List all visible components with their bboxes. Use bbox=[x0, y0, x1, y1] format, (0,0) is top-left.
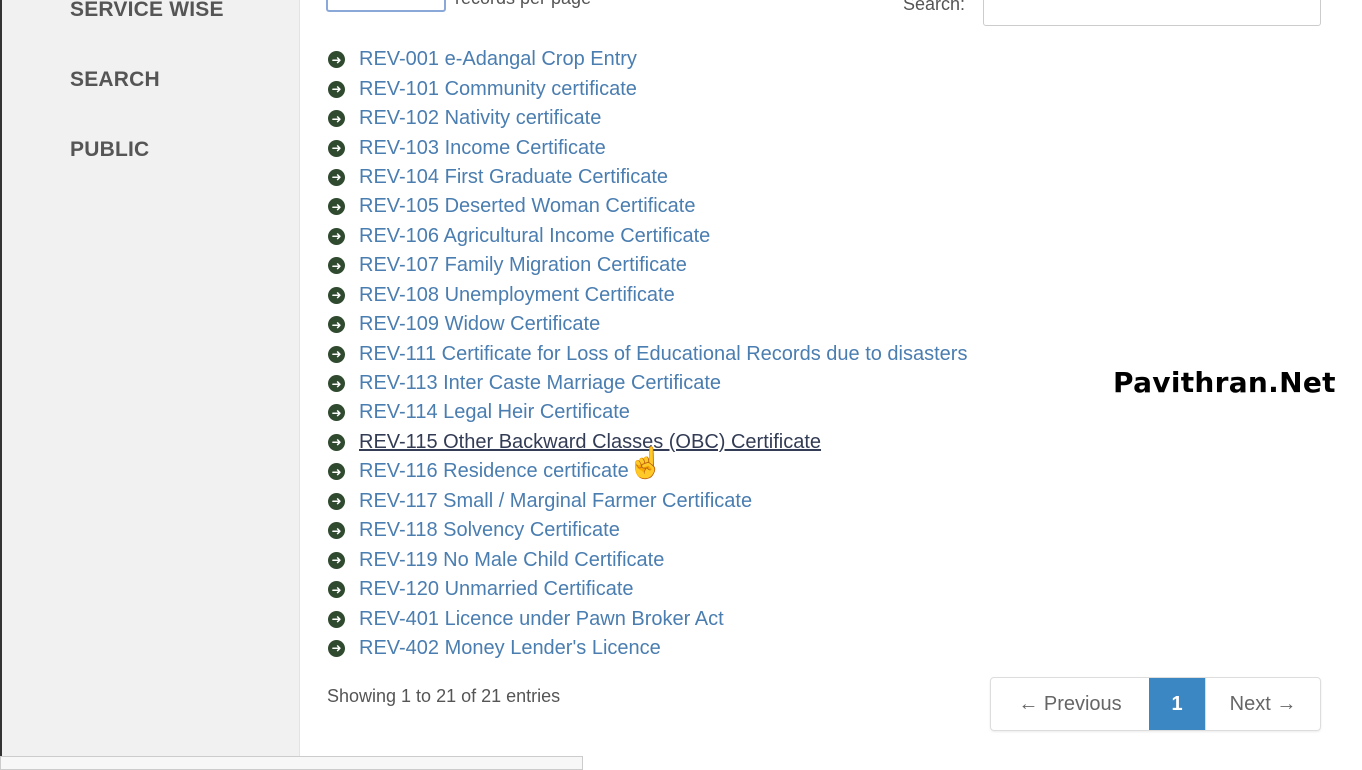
service-list-item[interactable]: ➜ REV-117 Small / Marginal Farmer Certifi… bbox=[326, 487, 967, 516]
circle-arrow-right-icon: ➜ bbox=[328, 316, 345, 334]
service-list-item[interactable]: ➜ REV-120 Unmarried Certificate bbox=[326, 575, 967, 604]
service-list-item[interactable]: ➜ REV-104 First Graduate Certificate bbox=[326, 163, 967, 192]
service-list-item[interactable]: ➜ REV-101 Community certificate bbox=[326, 74, 967, 103]
service-link[interactable]: REV-103 Income Certificate bbox=[359, 137, 606, 160]
service-link[interactable]: REV-114 Legal Heir Certificate bbox=[359, 401, 630, 424]
entries-info: Showing 1 to 21 of 21 entries bbox=[327, 686, 561, 706]
circle-arrow-right-icon: ➜ bbox=[328, 51, 345, 69]
service-list-item[interactable]: ➜ REV-118 Solvency Certificate bbox=[326, 516, 967, 545]
circle-arrow-right-icon: ➜ bbox=[328, 375, 345, 393]
service-list-item[interactable]: ➜ REV-105 Deserted Woman Certificate bbox=[326, 192, 967, 221]
circle-arrow-right-icon: ➜ bbox=[328, 551, 345, 569]
circle-arrow-right-icon: ➜ bbox=[328, 198, 345, 216]
sidebar-item-service-wise[interactable]: SERVICE WISE bbox=[70, 0, 224, 22]
service-link[interactable]: REV-116 Residence certificate bbox=[359, 460, 629, 483]
circle-arrow-right-icon: ➜ bbox=[328, 639, 345, 657]
service-link[interactable]: REV-105 Deserted Woman Certificate bbox=[359, 195, 695, 218]
service-link[interactable]: REV-104 First Graduate Certificate bbox=[359, 166, 668, 189]
service-link[interactable]: REV-115 Other Backward Classes (OBC) Cer… bbox=[359, 431, 821, 454]
circle-arrow-right-icon: ➜ bbox=[328, 581, 345, 599]
circle-arrow-right-icon: ➜ bbox=[328, 522, 345, 540]
service-link[interactable]: REV-111 Certificate for Loss of Educatio… bbox=[359, 343, 967, 366]
circle-arrow-right-icon: ➜ bbox=[328, 345, 345, 363]
service-link[interactable]: REV-113 Inter Caste Marriage Certificate bbox=[359, 372, 721, 395]
circle-arrow-right-icon: ➜ bbox=[328, 168, 345, 186]
sidebar-item-public[interactable]: PUBLIC bbox=[70, 138, 149, 162]
service-list-item[interactable]: ➜ REV-113 Inter Caste Marriage Certificat… bbox=[326, 369, 967, 398]
hand-cursor-icon: ☝ bbox=[627, 447, 665, 480]
service-list-item[interactable]: ➜ REV-114 Legal Heir Certificate bbox=[326, 398, 967, 427]
circle-arrow-right-icon: ➜ bbox=[328, 139, 345, 157]
service-list-item[interactable]: ➜ REV-001 e-Adangal Crop Entry bbox=[326, 45, 967, 74]
service-list: ➜ REV-001 e-Adangal Crop Entry ➜ REV-101 Co… bbox=[326, 45, 967, 663]
circle-arrow-right-icon: ➜ bbox=[328, 257, 345, 275]
service-list-item[interactable]: ➜ REV-111 Certificate for Loss of Educati… bbox=[326, 339, 967, 368]
sidebar: SERVICE WISE SEARCH PUBLIC bbox=[0, 0, 300, 768]
circle-arrow-right-icon: ➜ bbox=[328, 433, 345, 451]
circle-arrow-right-icon: ➜ bbox=[328, 286, 345, 304]
service-link[interactable]: REV-119 No Male Child Certificate bbox=[359, 549, 664, 572]
sidebar-item-search[interactable]: SEARCH bbox=[70, 68, 160, 92]
service-link[interactable]: REV-120 Unmarried Certificate bbox=[359, 578, 634, 601]
records-per-page-label: records per page bbox=[455, 0, 591, 9]
search-input[interactable] bbox=[983, 0, 1321, 26]
service-link[interactable]: REV-102 Nativity certificate bbox=[359, 107, 601, 130]
service-link[interactable]: REV-117 Small / Marginal Farmer Certific… bbox=[359, 490, 752, 513]
circle-arrow-right-icon: ➜ bbox=[328, 227, 345, 245]
circle-arrow-right-icon: ➜ bbox=[328, 80, 345, 98]
circle-arrow-right-icon: ➜ bbox=[328, 110, 345, 128]
next-button[interactable]: Next → bbox=[1205, 678, 1320, 730]
service-list-item[interactable]: ➜ REV-103 Income Certificate bbox=[326, 133, 967, 162]
previous-button[interactable]: ← Previous bbox=[991, 678, 1149, 730]
service-list-item[interactable]: ➜ REV-106 Agricultural Income Certificate bbox=[326, 222, 967, 251]
service-list-item[interactable]: ➜ REV-107 Family Migration Certificate bbox=[326, 251, 967, 280]
service-list-item[interactable]: ➜ REV-109 Widow Certificate bbox=[326, 310, 967, 339]
service-link[interactable]: REV-107 Family Migration Certificate bbox=[359, 254, 687, 277]
service-list-item[interactable]: ➜ REV-401 Licence under Pawn Broker Act bbox=[326, 604, 967, 633]
service-list-item[interactable]: ➜ REV-119 No Male Child Certificate bbox=[326, 545, 967, 574]
service-list-item[interactable]: ➜ REV-102 Nativity certificate bbox=[326, 104, 967, 133]
search-label: Search: bbox=[903, 0, 966, 14]
service-link[interactable]: REV-101 Community certificate bbox=[359, 78, 637, 101]
records-per-page-select[interactable] bbox=[326, 0, 446, 12]
circle-arrow-right-icon: ➜ bbox=[328, 492, 345, 510]
watermark: Pavithran.Net bbox=[1113, 366, 1336, 399]
service-link[interactable]: REV-118 Solvency Certificate bbox=[359, 519, 620, 542]
service-link[interactable]: REV-001 e-Adangal Crop Entry bbox=[359, 48, 637, 71]
service-link[interactable]: REV-108 Unemployment Certificate bbox=[359, 284, 675, 307]
service-list-item[interactable]: ➜ REV-402 Money Lender's Licence bbox=[326, 634, 967, 663]
service-link[interactable]: REV-401 Licence under Pawn Broker Act bbox=[359, 608, 724, 631]
service-link[interactable]: REV-402 Money Lender's Licence bbox=[359, 637, 661, 660]
pagination: ← Previous 1 Next → bbox=[990, 677, 1321, 731]
service-list-item[interactable]: ➜ REV-108 Unemployment Certificate bbox=[326, 281, 967, 310]
page-1-button[interactable]: 1 bbox=[1149, 678, 1205, 730]
circle-arrow-right-icon: ➜ bbox=[328, 610, 345, 628]
circle-arrow-right-icon: ➜ bbox=[328, 463, 345, 481]
service-link[interactable]: REV-106 Agricultural Income Certificate bbox=[359, 225, 710, 248]
circle-arrow-right-icon: ➜ bbox=[328, 404, 345, 422]
service-link[interactable]: REV-109 Widow Certificate bbox=[359, 313, 600, 336]
